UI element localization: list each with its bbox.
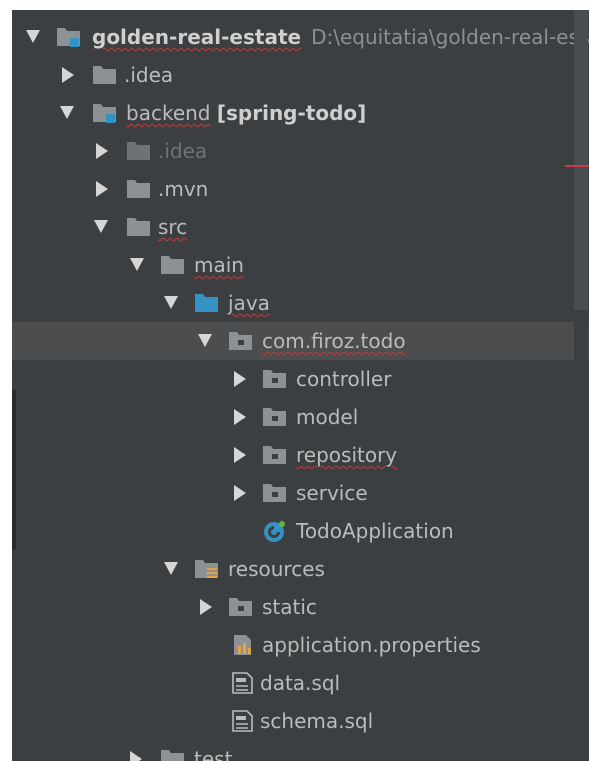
tree-node-todo-application[interactable]: TodoApplication [12,512,572,550]
package-icon [262,406,288,428]
node-label: .idea [158,139,208,163]
package-icon [228,330,254,352]
tree-node-schema-sql[interactable]: schema.sql [12,702,572,740]
tree-node-resources[interactable]: resources [12,550,572,588]
folder-icon [126,216,152,238]
collapse-arrow-icon[interactable] [96,181,108,197]
node-label: schema.sql [260,709,374,733]
sql-file-icon [230,672,256,694]
module-folder-icon [92,102,118,124]
expand-arrow-icon[interactable] [94,220,108,233]
folder-icon [160,254,186,276]
tree-node-main[interactable]: main [12,246,572,284]
tree-node-static[interactable]: static [12,588,572,626]
properties-file-icon [230,634,256,656]
collapse-arrow-icon[interactable] [234,409,246,425]
node-label: repository [296,443,398,467]
expand-arrow-icon[interactable] [60,106,74,119]
tree-node-src[interactable]: src [12,208,572,246]
source-folder-icon [194,292,220,314]
spring-class-icon [262,520,288,542]
package-icon [262,444,288,466]
node-label: model [296,405,359,429]
node-label: .idea [124,63,174,87]
node-label: controller [296,367,392,391]
vertical-scrollbar-thumb[interactable] [574,10,588,310]
tree-node-idea-backend[interactable]: .idea [12,132,572,170]
node-label: golden-real-estate [92,25,302,49]
expand-arrow-icon[interactable] [164,562,178,575]
sql-file-icon [230,710,256,732]
node-label: resources [228,557,325,581]
node-label: main [194,253,244,277]
collapse-arrow-icon[interactable] [234,447,246,463]
gutter-edge [12,390,16,550]
tree-node-backend[interactable]: backend [spring-todo] [12,94,572,132]
node-label: TodoApplication [296,519,454,543]
tree-node-controller[interactable]: controller [12,360,572,398]
tree-node-com-firoz-todo[interactable]: com.firoz.todo [12,322,589,360]
folder-icon [126,140,152,162]
collapse-arrow-icon[interactable] [234,485,246,501]
node-label: .mvn [158,177,209,201]
node-label: data.sql [260,671,341,695]
expand-arrow-icon[interactable] [164,296,178,309]
node-path: D:\equitatia\golden-real-estate [311,25,589,49]
tree-node-application-properties[interactable]: application.properties [12,626,572,664]
collapse-arrow-icon[interactable] [96,143,108,159]
node-label: src [158,215,188,239]
module-folder-icon [56,26,82,48]
node-label: test [194,747,233,761]
collapse-arrow-icon[interactable] [130,751,142,761]
tree-node-golden-real-estate[interactable]: golden-real-estate D:\equitatia\golden-re… [12,18,589,56]
node-label: application.properties [262,633,481,657]
folder-icon [92,64,118,86]
folder-icon [126,178,152,200]
tree-node-test[interactable]: test [12,740,572,761]
node-label: com.firoz.todo [262,329,406,353]
resources-folder-icon [194,558,220,580]
collapse-arrow-icon[interactable] [200,599,212,615]
expand-arrow-icon[interactable] [26,30,40,43]
collapse-arrow-icon[interactable] [62,67,74,83]
expand-arrow-icon[interactable] [130,258,144,271]
error-stripe-marker[interactable] [565,165,589,167]
tree-node-idea-root[interactable]: .idea [12,56,572,94]
package-icon [262,482,288,504]
module-name: [spring-todo] [216,101,367,125]
package-icon [262,368,288,390]
tree-node-data-sql[interactable]: data.sql [12,664,572,702]
node-label: java [228,291,270,315]
tree-node-mvn[interactable]: .mvn [12,170,572,208]
vertical-scrollbar-track[interactable] [574,310,588,761]
node-label: service [296,481,368,505]
tree-node-java[interactable]: java [12,284,572,322]
tree-node-service[interactable]: service [12,474,572,512]
node-label: backend [126,101,211,125]
node-label: static [262,595,317,619]
screenshot-frame: golden-real-estate D:\equitatia\golden-re… [0,0,589,761]
project-tool-window: golden-real-estate D:\equitatia\golden-re… [12,10,589,761]
package-icon [228,596,254,618]
tree-node-repository[interactable]: repository [12,436,572,474]
folder-icon [160,748,186,761]
expand-arrow-icon[interactable] [198,334,212,347]
tree-node-model[interactable]: model [12,398,572,436]
collapse-arrow-icon[interactable] [234,371,246,387]
